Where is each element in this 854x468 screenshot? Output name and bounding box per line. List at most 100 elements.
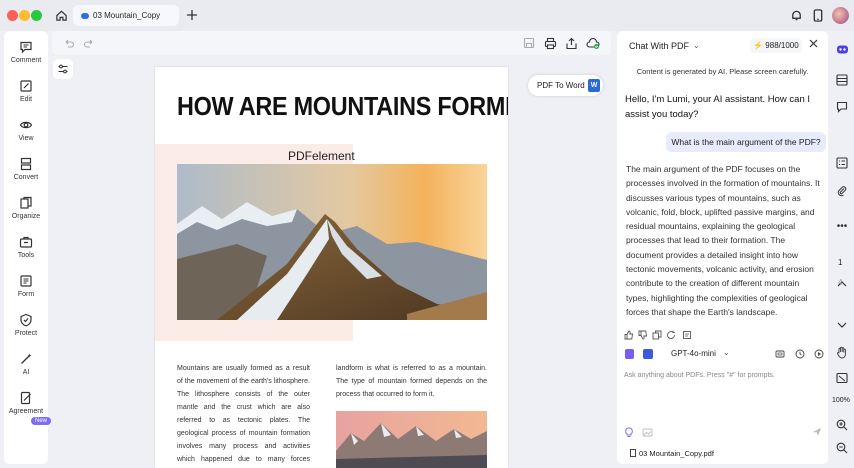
redo-button[interactable] xyxy=(82,36,96,50)
close-window-button[interactable] xyxy=(7,10,18,21)
sidebar-item-label: View xyxy=(18,135,34,142)
note-icon[interactable] xyxy=(682,330,692,340)
zoom-out-button[interactable] xyxy=(834,440,850,456)
sidebar-item-form[interactable]: Form xyxy=(4,274,48,310)
cloud-icon xyxy=(81,12,89,19)
comment-icon xyxy=(836,101,848,113)
sidebar-item-protect[interactable]: Protect xyxy=(4,313,48,349)
hand-tool-button[interactable] xyxy=(834,344,850,360)
ai-notice: Content is generated by AI. Please scree… xyxy=(636,67,809,76)
sidebar-item-comment[interactable]: Comment xyxy=(4,40,48,76)
minimize-window-button[interactable] xyxy=(19,10,30,21)
sidebar-item-label: Agreement xyxy=(8,408,44,415)
thumbs-up-icon[interactable] xyxy=(624,330,634,340)
home-button[interactable] xyxy=(51,5,71,25)
cloud-sync-button[interactable] xyxy=(586,36,600,50)
credits-value: 988/1000 xyxy=(765,41,799,50)
properties-button[interactable] xyxy=(834,72,850,88)
sidebar-item-label: Tools xyxy=(17,252,35,259)
kb-chat-icon[interactable] xyxy=(643,349,653,359)
comments-panel-button[interactable] xyxy=(834,99,850,115)
sidebar-item-label: Edit xyxy=(19,96,33,103)
share-icon xyxy=(565,37,577,49)
ai-icon xyxy=(21,353,32,364)
zoom-in-button[interactable] xyxy=(834,417,850,433)
close-chat-button[interactable] xyxy=(809,39,818,51)
send-round-icon[interactable] xyxy=(814,349,824,359)
watermark-text: PDFelement xyxy=(288,149,355,163)
organize-icon xyxy=(20,196,32,209)
protect-icon xyxy=(20,313,32,327)
undo-button[interactable] xyxy=(62,36,76,50)
sidebar-item-convert[interactable]: Convert xyxy=(4,157,48,193)
comment-icon xyxy=(20,41,32,54)
sidebar-item-label: Convert xyxy=(13,174,39,181)
total-pages: 4 xyxy=(838,278,843,287)
sidebar-item-view[interactable]: View xyxy=(4,118,48,154)
plus-icon xyxy=(187,10,197,20)
bolt-icon: ⚡ xyxy=(753,41,764,50)
current-page[interactable]: 1 xyxy=(838,258,842,267)
screenshot-icon[interactable] xyxy=(775,349,785,359)
chat-input[interactable]: Ask anything about PDFs. Press "#" for p… xyxy=(624,372,775,379)
device-button[interactable] xyxy=(809,6,827,24)
save-button[interactable] xyxy=(522,36,536,50)
file-name-label: 03 Mountain_Copy.pdf xyxy=(639,449,714,458)
body-column-2: landform is what is referred to as a mou… xyxy=(336,365,487,398)
body-column-1: Mountains are usually formed as a result… xyxy=(177,365,310,463)
form-fields-button[interactable] xyxy=(834,155,850,171)
document-title: HOW ARE MOUNTAINS FORMED? xyxy=(177,91,508,121)
regenerate-icon[interactable] xyxy=(666,330,676,340)
history-icon[interactable] xyxy=(795,349,805,359)
ai-assistant-button[interactable] xyxy=(834,41,850,57)
pdf-page[interactable]: HOW ARE MOUNTAINS FORMED? PDFelement Mou… xyxy=(155,67,508,468)
lightbulb-icon[interactable] xyxy=(624,427,634,438)
image-upload-icon[interactable] xyxy=(642,427,653,438)
chevron-down-icon xyxy=(837,322,847,328)
print-icon xyxy=(544,37,556,49)
robot-icon xyxy=(836,45,848,53)
add-tab-button[interactable] xyxy=(182,5,202,25)
zoom-window-button[interactable] xyxy=(31,10,42,21)
paperclip-icon xyxy=(837,186,847,197)
document-toolbar xyxy=(52,31,611,55)
zoom-level[interactable]: 100% xyxy=(832,397,850,404)
page-down-button[interactable] xyxy=(834,317,850,333)
sidebar-item-ai[interactable]: AI xyxy=(4,352,48,388)
document-chat-icon[interactable] xyxy=(625,349,634,359)
view-icon xyxy=(19,121,33,129)
chevron-down-icon[interactable]: ⌄ xyxy=(693,41,700,50)
copy-icon[interactable] xyxy=(652,330,662,340)
agreement-icon xyxy=(20,391,31,405)
new-badge: New xyxy=(31,417,52,425)
chevron-down-icon[interactable]: ⌄ xyxy=(723,348,730,357)
send-icon[interactable] xyxy=(812,427,822,437)
thumbs-down-icon[interactable] xyxy=(638,330,648,340)
sidebar-item-edit[interactable]: Edit xyxy=(4,79,48,115)
notification-button[interactable] xyxy=(787,6,805,24)
zoom-out-icon xyxy=(836,442,848,454)
sidebar-item-label: AI xyxy=(22,369,30,376)
tablet-icon xyxy=(813,8,823,22)
sidebar-item-organize[interactable]: Organize xyxy=(4,196,48,232)
print-button[interactable] xyxy=(543,36,557,50)
document-tab[interactable]: 03 Mountain_Copy xyxy=(73,5,179,26)
attached-file[interactable]: 03 Mountain_Copy.pdf xyxy=(630,449,714,458)
share-button[interactable] xyxy=(564,36,578,50)
model-selector[interactable]: GPT-4o-mini xyxy=(671,349,716,358)
home-icon xyxy=(55,10,67,21)
user-avatar[interactable] xyxy=(832,7,849,24)
zoom-in-icon xyxy=(836,419,848,431)
form-icon xyxy=(20,275,32,287)
form-list-icon xyxy=(836,157,848,169)
fit-page-button[interactable] xyxy=(834,370,850,386)
attachments-button[interactable] xyxy=(834,183,850,199)
sidebar-item-tools[interactable]: Tools xyxy=(4,235,48,271)
message-actions xyxy=(624,330,704,340)
sidebar-item-label: Form xyxy=(17,291,35,298)
file-icon xyxy=(630,449,636,457)
credits-badge: ⚡ 988/1000 xyxy=(750,38,802,53)
more-options-button[interactable]: ••• xyxy=(834,218,850,234)
chat-title[interactable]: Chat With PDF xyxy=(629,41,689,51)
filter-settings-button[interactable] xyxy=(53,59,73,79)
